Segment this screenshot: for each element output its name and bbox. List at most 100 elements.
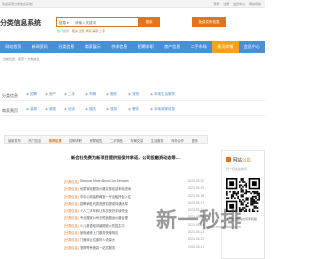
listing-category: [分类信息] xyxy=(64,216,79,221)
panel-title-b: 公告 xyxy=(242,157,251,163)
listing-title[interactable]: Discover More About Our Services xyxy=(80,179,172,183)
register-link[interactable]: 注册 xyxy=(223,2,229,6)
list-item[interactable]: [分类信息] 市中心精装修两室一厅出租拎包入住 2023-05-18 xyxy=(64,193,204,200)
bullet-icon: ◉ xyxy=(128,92,132,96)
category-link[interactable]: ◉餐饮 xyxy=(128,107,139,112)
top-links: 登录 注册 会员中心 网站导航 xyxy=(210,2,261,6)
tab[interactable]: 招聘求职 xyxy=(69,138,82,143)
tab[interactable]: 生活服务 xyxy=(151,138,164,143)
list-item[interactable]: [分类信息] 优质家政服务价格实惠欢迎来电咨询 2023-05-19 xyxy=(64,185,204,192)
category-link-label: 本地生活服务 xyxy=(154,92,176,96)
nav-item[interactable]: 商家展示 xyxy=(80,41,107,53)
welcome-text: 欢迎来到分类信息系统！ xyxy=(2,2,36,6)
category-link-label: 家政 xyxy=(49,107,57,111)
category-link[interactable]: ◉招聘 xyxy=(26,92,37,97)
listing-date: 2023-05-20 xyxy=(187,179,204,183)
category-link-label: 旅游 xyxy=(110,107,118,111)
nav-item[interactable]: 供求信息 xyxy=(106,41,133,53)
list-item[interactable]: [分类信息] Discover More About Our Services 20… xyxy=(64,178,204,185)
tab[interactable]: 房屋租售 xyxy=(90,138,103,143)
nav-item[interactable]: 网站首页 xyxy=(0,41,27,53)
category-link-label: 房产 xyxy=(49,92,57,96)
hot-search-keywords[interactable]: 租房 出售 求职 兼职 二手 xyxy=(72,29,105,33)
hot-search: 热门搜索: 租房 出售 求职 兼职 二手 xyxy=(57,29,105,33)
panel-title-a: 网站 xyxy=(233,157,242,163)
listing-title[interactable]: 优质家政服务价格实惠欢迎来电咨询 xyxy=(80,186,172,191)
bullet-icon: ◉ xyxy=(85,107,89,111)
listing-title[interactable]: 门面转让位置好人流量大 xyxy=(80,237,172,242)
nav-item[interactable]: 新闻资讯 xyxy=(27,41,54,53)
category-link-label: 车辆 xyxy=(89,92,97,96)
tab[interactable]: 推荐信息 xyxy=(49,138,62,143)
listing-category: [分类信息] xyxy=(64,231,79,236)
category-link[interactable]: ◉本地生活服务 xyxy=(150,92,175,97)
listing-category: [分类信息] xyxy=(64,245,79,250)
publish-button[interactable]: 免费发布信息 xyxy=(192,17,226,27)
search-box: 信息 ▾ 搜索 xyxy=(56,17,160,27)
watermark-sub: www.xinyimiao.com xyxy=(206,224,241,229)
category-link-label: 服务 xyxy=(110,92,118,96)
category-link[interactable]: ◉培训 xyxy=(64,107,75,112)
bullet-icon: ◉ xyxy=(26,107,30,111)
listing-date: 2023-05-12 xyxy=(187,237,204,242)
nav-item[interactable]: 会员中心 xyxy=(239,41,266,53)
listing-title[interactable]: 市中心精装修两室一厅出租拎包入住 xyxy=(80,194,172,199)
category-link-label: 婚庆 xyxy=(89,107,97,111)
member-center-link[interactable]: 会员中心 xyxy=(233,2,245,6)
category-link[interactable]: ◉旅游 xyxy=(106,107,117,112)
listing-category: [分类信息] xyxy=(64,194,79,199)
search-type-select[interactable]: 信息 ▾ xyxy=(59,21,69,26)
category-link[interactable]: ◉二手 xyxy=(64,92,75,97)
nav-item[interactable]: 黄页商铺 xyxy=(212,41,239,53)
list-item[interactable]: [分类信息] 门面转让位置好人流量大 2023-05-12 xyxy=(64,236,204,243)
category-link[interactable]: ◉车辆 xyxy=(85,92,96,97)
category-row-directory: 商家黄页 ◉装修 ◉家政 ◉培训 ◉婚庆 ◉旅游 ◉餐饮 ◉本地商家信息 xyxy=(0,104,265,116)
breadcrumb-text: 当前位置：首页 > 分类信息 xyxy=(3,57,40,61)
tab[interactable]: 更多 xyxy=(192,138,198,143)
tab[interactable]: 热门信息 xyxy=(28,138,41,143)
site-nav-link[interactable]: 网站导航 xyxy=(249,2,261,6)
search-button[interactable]: 搜索 xyxy=(138,17,160,27)
main-nav: 网站首页 新闻资讯 分类信息 商家展示 供求信息 招聘求职 房产信息 二手市场 黄页商铺 会员中心 xyxy=(0,41,265,53)
breadcrumb: 当前位置：首页 > 分类信息 xyxy=(0,56,265,62)
listing-category: [分类信息] xyxy=(64,201,79,206)
listing-category: [分类信息] xyxy=(64,209,79,214)
nav-item[interactable]: 招聘求职 xyxy=(133,41,160,53)
bullet-icon: ◉ xyxy=(106,92,110,96)
category-link[interactable]: ◉宠物 xyxy=(128,92,139,97)
tab[interactable]: 二手物品 xyxy=(110,138,123,143)
tab[interactable]: 车辆交易 xyxy=(130,138,143,143)
category-link-label: 宠物 xyxy=(132,92,140,96)
listing-category: [分类信息] xyxy=(64,223,79,228)
bullet-icon: ◉ xyxy=(128,107,132,111)
category-link[interactable]: ◉装修 xyxy=(26,107,37,112)
list-item[interactable]: [分类信息] 宠物寄养美容一站式服务 2023-05-11 xyxy=(64,244,204,251)
category-link[interactable]: ◉房产 xyxy=(45,92,56,97)
listing-category: [分类信息] xyxy=(64,180,79,184)
listing-date: 2023-05-11 xyxy=(187,244,204,249)
listing-title[interactable]: 宠物寄养美容一站式服务 xyxy=(80,245,172,250)
tab[interactable]: 商务合作 xyxy=(171,138,184,143)
nav-item[interactable]: 分类信息 xyxy=(53,41,80,53)
bullet-icon: ◉ xyxy=(26,92,30,96)
category-link[interactable]: ◉服务 xyxy=(106,92,117,97)
bullet-icon: ◉ xyxy=(45,107,49,111)
bullet-icon: ◉ xyxy=(45,92,49,96)
search-input[interactable] xyxy=(75,19,135,26)
panel-title: 网站公告 xyxy=(226,157,251,164)
nav-item[interactable]: 二手市场 xyxy=(186,41,213,53)
category-link[interactable]: ◉家政 xyxy=(45,107,56,112)
category-link-label: 餐饮 xyxy=(132,107,140,111)
site-logo[interactable]: 分类信息系统 xyxy=(0,18,41,28)
category-link[interactable]: ◉婚庆 xyxy=(85,107,96,112)
bullet-icon: ◉ xyxy=(64,92,68,96)
tab[interactable]: 最新发布 xyxy=(8,138,21,143)
category-link-label: 招聘 xyxy=(30,92,38,96)
login-link[interactable]: 登录 xyxy=(213,2,219,6)
bullet-icon: ◉ xyxy=(85,92,89,96)
category-link-label: 本地商家信息 xyxy=(154,107,176,111)
nav-item[interactable]: 房产信息 xyxy=(159,41,186,53)
featured-headline[interactable]: 新会社免费为新项目提供担保并承诺，公司投融资动态等… xyxy=(71,155,180,161)
category-link[interactable]: ◉本地商家信息 xyxy=(150,107,175,112)
notice-icon xyxy=(226,157,231,162)
